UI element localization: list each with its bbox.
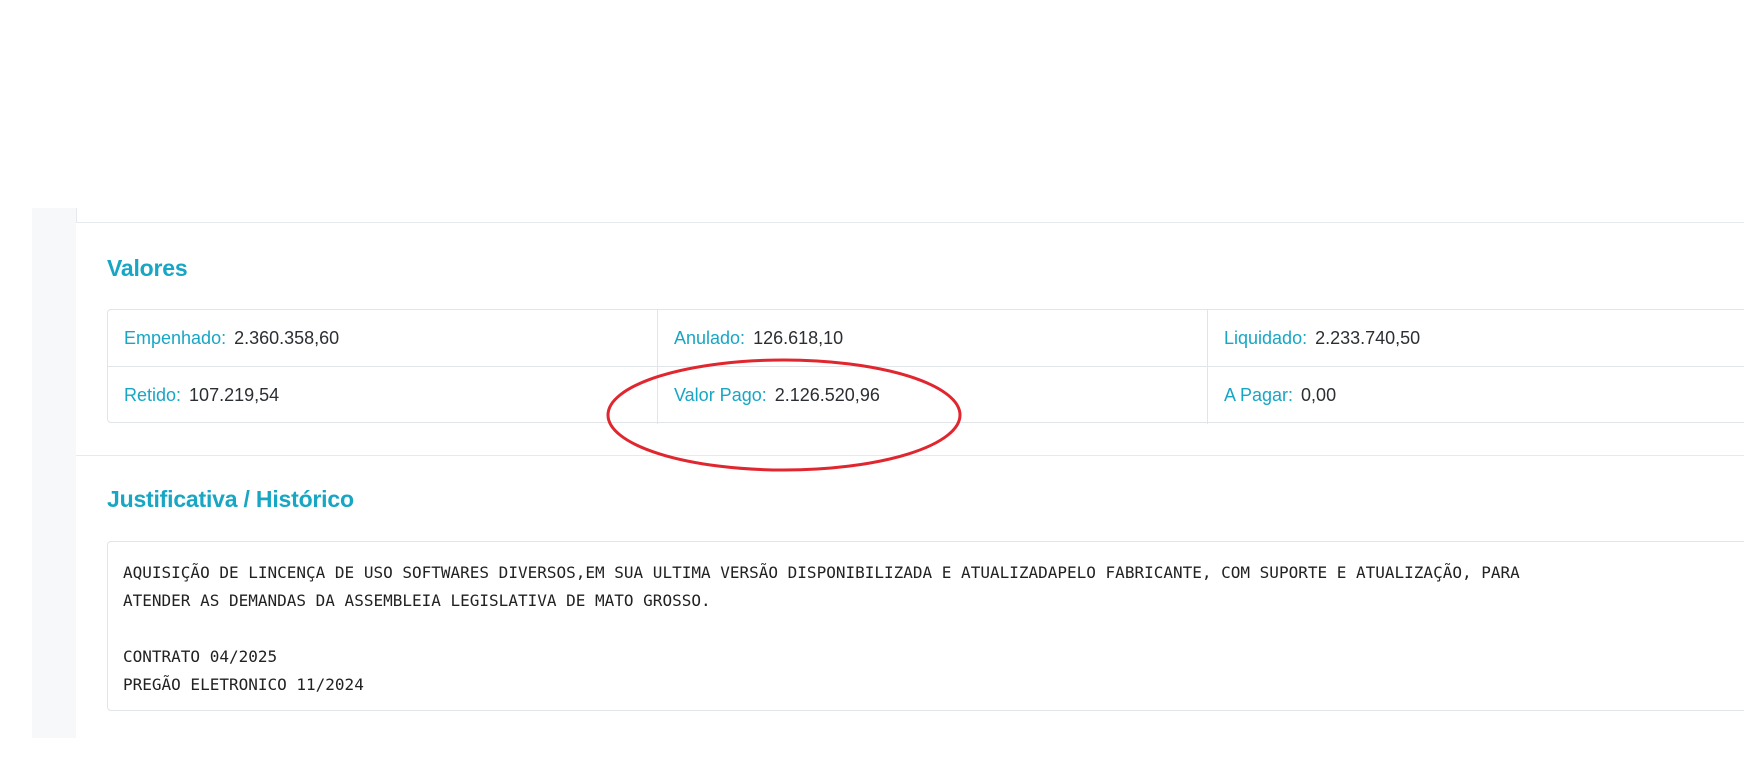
value-amount: 2.126.520,96 [774,385,880,405]
values-row: Retido: 107.219,54 Valor Pago: 2.126.520… [108,367,1744,424]
history-line: ATENDER AS DEMANDAS DA ASSEMBLEIA LEGISL… [123,591,711,610]
value-amount: 107.219,54 [189,385,280,405]
value-cell-empenhado: Empenhado: 2.360.358,60 [108,310,658,366]
history-line: AQUISIÇÃO DE LINCENÇA DE USO SOFTWARES D… [123,563,1520,582]
history-line: PREGÃO ELETRONICO 11/2024 [123,675,364,694]
value-label: Liquidado: [1224,327,1308,348]
value-cell-a-pagar: A Pagar: 0,00 [1208,367,1744,424]
value-label: A Pagar: [1224,385,1294,405]
history-text-box: AQUISIÇÃO DE LINCENÇA DE USO SOFTWARES D… [107,541,1744,711]
value-label: Retido: [124,385,182,405]
section-divider [76,455,1744,456]
value-label: Valor Pago: [674,385,767,405]
value-amount: 126.618,10 [753,327,844,348]
value-cell-anulado: Anulado: 126.618,10 [658,310,1208,366]
value-label: Anulado: [674,327,746,348]
details-panel: Valores Empenhado: 2.360.358,60 Anulado:… [76,222,1744,739]
value-cell-retido: Retido: 107.219,54 [108,367,658,424]
left-gutter [32,208,77,738]
justificativa-section-title: Justificativa / Histórico [107,486,354,512]
value-amount: 0,00 [1301,385,1337,405]
values-row: Empenhado: 2.360.358,60 Anulado: 126.618… [108,310,1744,367]
value-label: Empenhado: [124,327,227,348]
history-line: CONTRATO 04/2025 [123,647,278,666]
value-cell-valor-pago: Valor Pago: 2.126.520,96 [658,367,1208,424]
values-table: Empenhado: 2.360.358,60 Anulado: 126.618… [107,309,1744,424]
history-line [123,615,1744,643]
value-amount: 2.360.358,60 [234,327,340,348]
page: Valores Empenhado: 2.360.358,60 Anulado:… [0,0,1744,773]
valores-section-title: Valores [107,255,188,281]
value-cell-liquidado: Liquidado: 2.233.740,50 [1208,310,1744,366]
value-amount: 2.233.740,50 [1315,327,1421,348]
